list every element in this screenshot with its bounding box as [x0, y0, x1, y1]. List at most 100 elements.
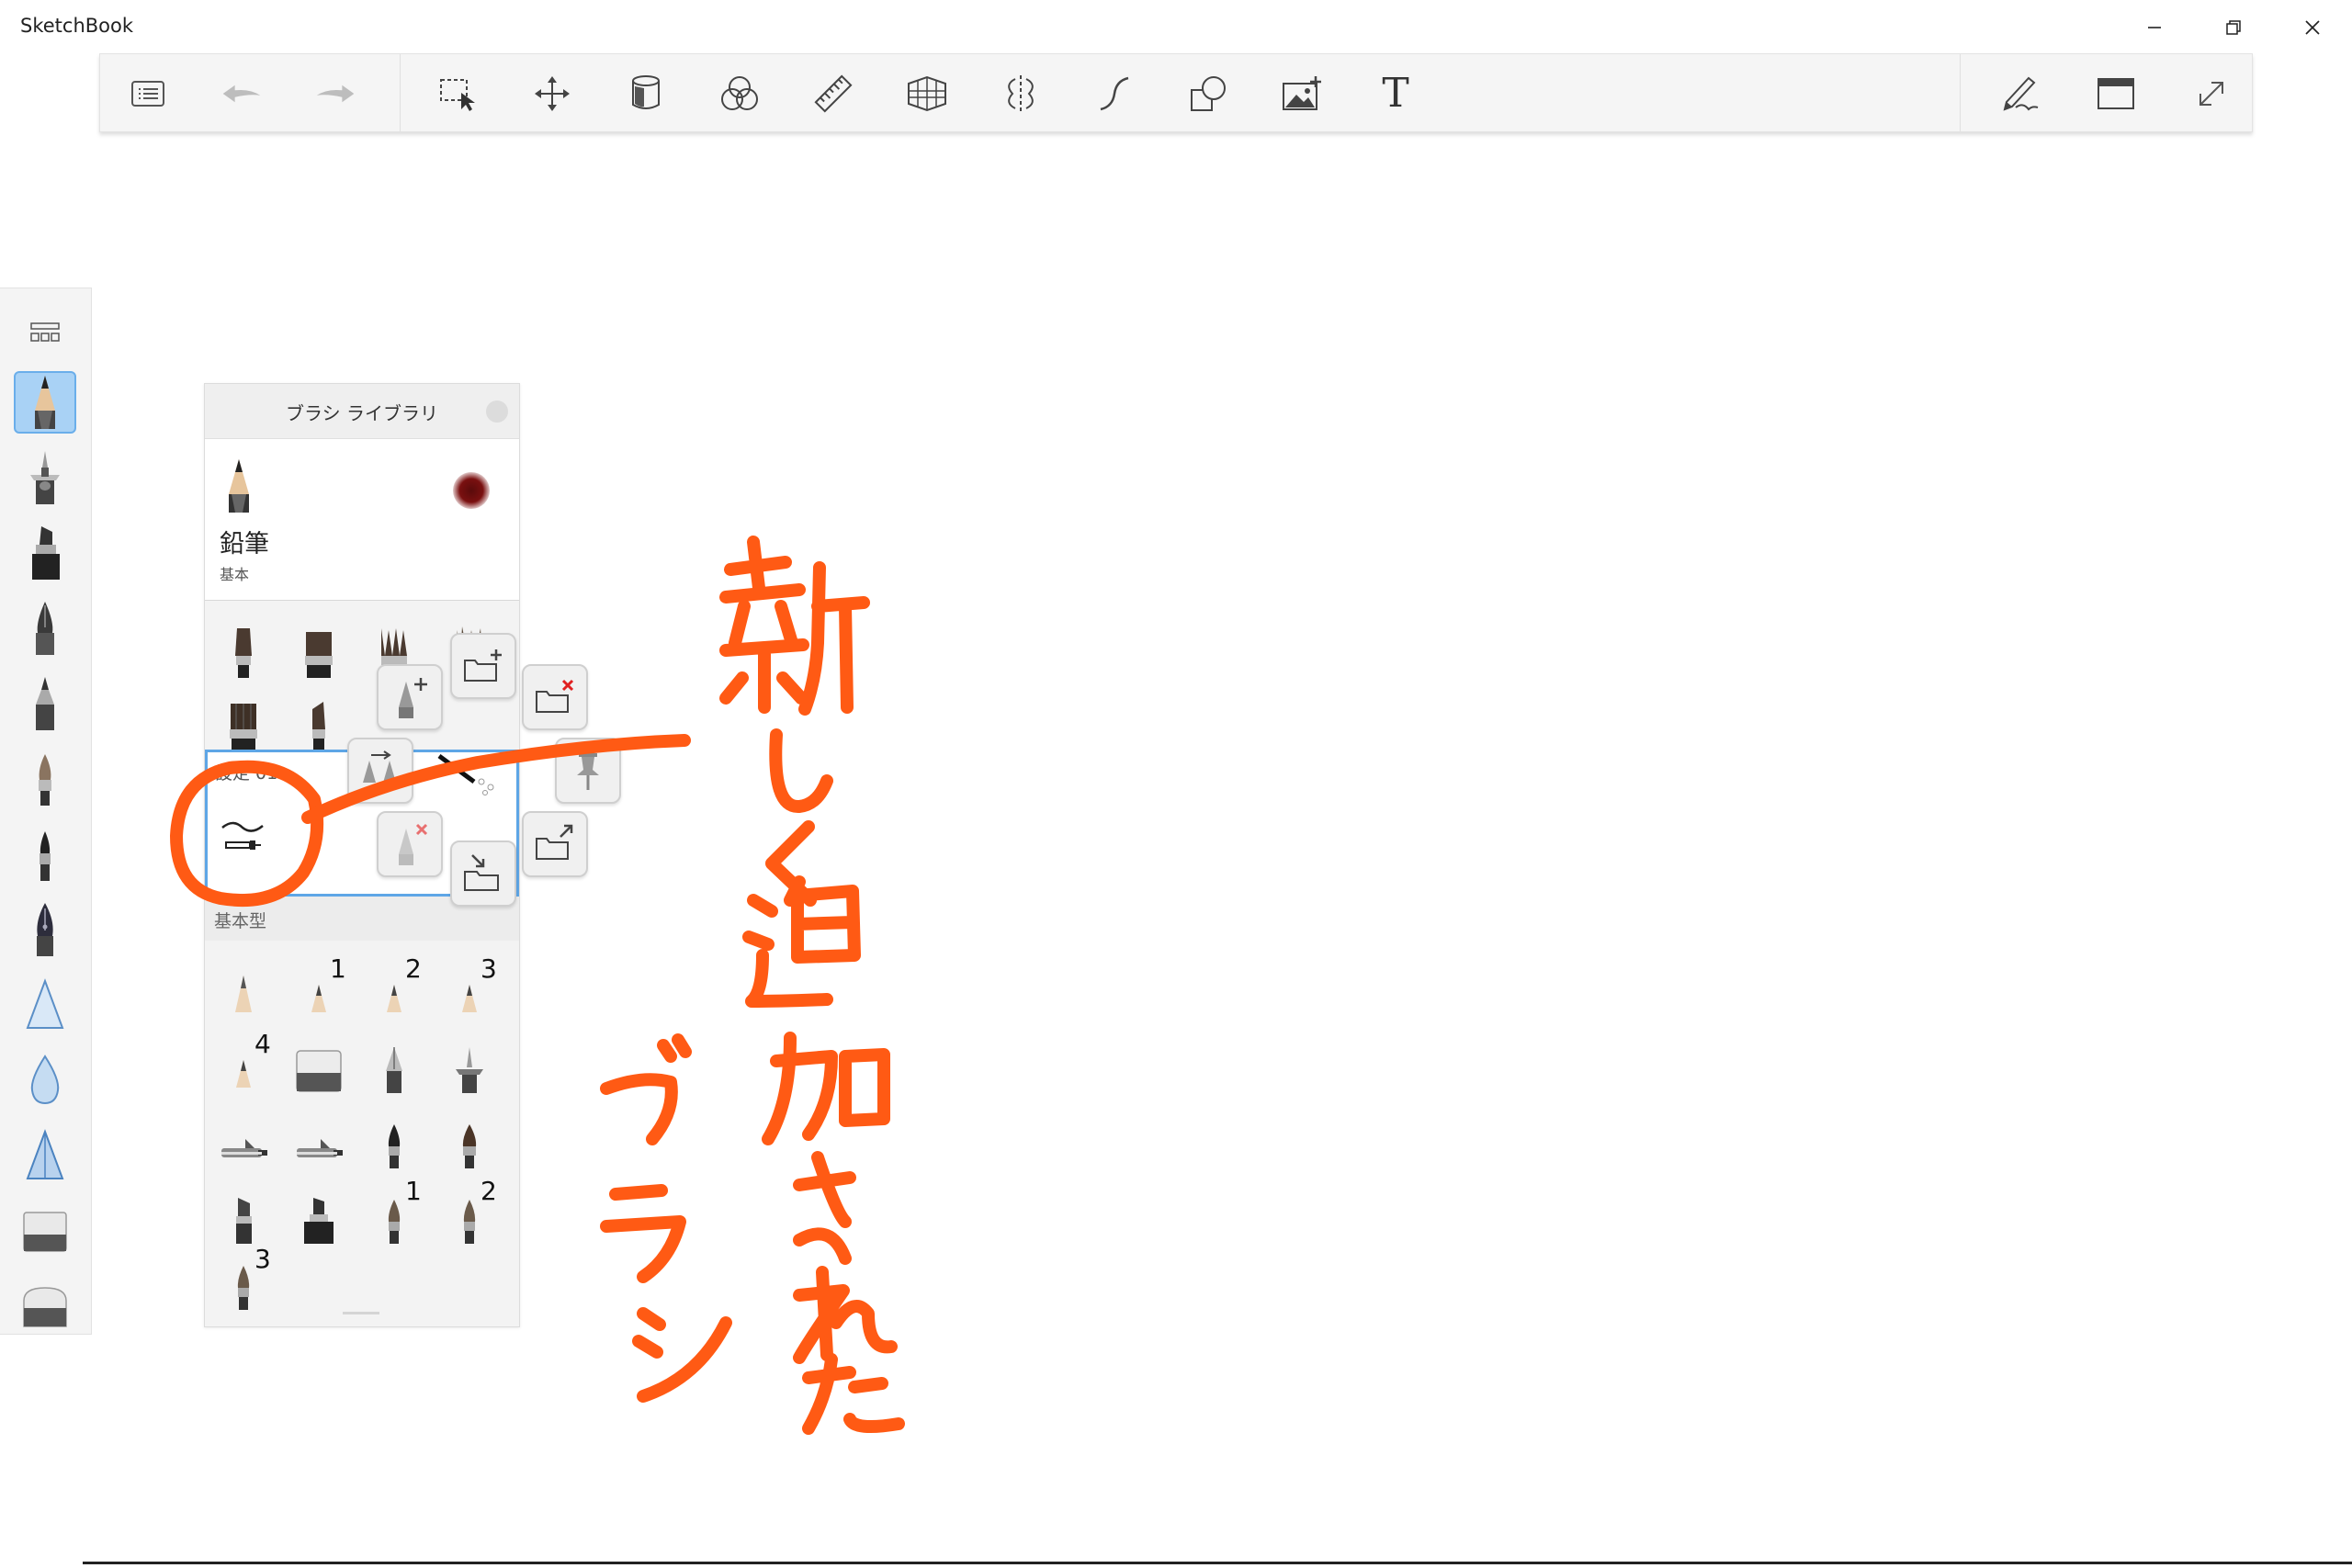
brush-library-close-button[interactable]	[486, 400, 508, 423]
palette-blur[interactable]	[14, 1049, 76, 1111]
brush-color-swatch[interactable]	[453, 472, 490, 509]
brush-spray-1[interactable]	[207, 1097, 280, 1170]
brush-spray-2[interactable]	[282, 1097, 356, 1170]
brush-properties-icon	[2003, 76, 2039, 111]
ruler-button[interactable]	[811, 72, 855, 116]
text-tool-button[interactable]: T	[1374, 72, 1418, 116]
ink-brush-icon	[237, 1266, 250, 1310]
brush-pencil-4[interactable]: 3	[433, 946, 506, 1020]
selection-button[interactable]	[436, 72, 481, 116]
import-set-button[interactable]	[450, 840, 516, 907]
airbrush-icon	[30, 451, 60, 504]
export-set-button[interactable]	[522, 811, 588, 877]
brush-airbrush-small[interactable]	[433, 1021, 506, 1095]
palette-toggle-button[interactable]	[14, 307, 76, 358]
brush-technical-pen[interactable]	[357, 1021, 431, 1095]
symmetry-icon	[1008, 75, 1034, 112]
pin-set-button[interactable]	[555, 738, 621, 804]
stroke-tool-button[interactable]	[1092, 72, 1136, 116]
ui-layout-icon	[2098, 78, 2134, 109]
custom-brush-icon[interactable]	[215, 815, 270, 861]
brush-number: 1	[330, 953, 346, 984]
transform-button[interactable]	[530, 72, 574, 116]
brush-marker-wide[interactable]	[282, 1172, 356, 1246]
new-set-button[interactable]	[450, 633, 516, 699]
pencil-small-icon	[462, 985, 477, 1012]
brush-pencil-1[interactable]	[207, 946, 280, 1020]
brush-number: 4	[254, 1029, 271, 1059]
fullscreen-button[interactable]	[2189, 72, 2233, 116]
close-button[interactable]	[2273, 0, 2352, 55]
symmetry-button[interactable]	[999, 72, 1043, 116]
ink-pen-icon	[36, 602, 54, 655]
minimize-button[interactable]	[2115, 0, 2194, 55]
new-brush-button[interactable]	[377, 664, 443, 730]
palette-nib-pen[interactable]	[14, 898, 76, 961]
brush-pencil-2[interactable]: 1	[282, 946, 356, 1020]
brush-pencil-3[interactable]: 2	[357, 946, 431, 1020]
restore-button[interactable]	[2194, 0, 2273, 55]
eraser-round-icon	[23, 1287, 67, 1327]
fill-button[interactable]	[624, 72, 668, 116]
brush-ink-1[interactable]: 1	[357, 1172, 431, 1246]
menu-list-icon	[131, 81, 164, 107]
brush-round-dark[interactable]	[357, 1097, 431, 1170]
palette-ballpoint[interactable]	[14, 672, 76, 735]
resize-handle[interactable]	[343, 1312, 379, 1314]
ui-layout-button[interactable]	[2094, 72, 2138, 116]
sharpen-cone-icon	[26, 1129, 64, 1179]
redo-button[interactable]	[313, 72, 357, 116]
fill-bucket-icon	[632, 75, 660, 109]
palette-eraser-soft[interactable]	[14, 1275, 76, 1337]
perspective-button[interactable]	[905, 72, 949, 116]
brush-eraser[interactable]	[282, 1021, 356, 1095]
delete-set-button[interactable]	[522, 664, 588, 730]
add-image-button[interactable]	[1280, 72, 1324, 116]
brush-number: 2	[481, 1176, 497, 1206]
current-pencil-icon	[229, 459, 249, 513]
shapes-button[interactable]	[1186, 72, 1230, 116]
brush-marker-chisel[interactable]	[207, 1172, 280, 1246]
pin-icon	[577, 753, 599, 790]
palette-airbrush[interactable]	[14, 446, 76, 509]
brush-number: 3	[481, 953, 497, 984]
move-brush-button[interactable]	[347, 738, 413, 804]
brush-flat-dark[interactable]	[207, 606, 280, 680]
brush-name: 鉛筆	[220, 530, 269, 558]
brush-wide-flat[interactable]	[282, 606, 356, 680]
palette-sharpen[interactable]	[14, 1124, 76, 1187]
delete-brush-button[interactable]	[377, 811, 443, 877]
brush-bristle[interactable]	[207, 680, 280, 753]
text-icon: T	[1382, 70, 1409, 117]
brush-pencil-5[interactable]: 4	[207, 1021, 280, 1095]
undo-button[interactable]	[220, 72, 264, 116]
palette-marker[interactable]	[14, 522, 76, 584]
brush-properties-button[interactable]	[1998, 72, 2042, 116]
add-brush-icon	[399, 678, 427, 718]
palette-fine-brush[interactable]	[14, 823, 76, 886]
color-editor-button[interactable]	[718, 72, 762, 116]
color-editor-icon	[721, 76, 758, 110]
brush-number: 3	[254, 1244, 271, 1274]
fullscreen-icon	[2199, 82, 2223, 106]
round-brush-icon	[388, 1124, 401, 1168]
brush-round-brown[interactable]	[433, 1097, 506, 1170]
brush-number: 2	[405, 953, 422, 984]
palette-ink-pen[interactable]	[14, 597, 76, 660]
import-folder-icon	[464, 854, 499, 891]
pencil-small-icon	[235, 976, 252, 1012]
spray-gun-icon	[297, 1139, 343, 1157]
bottom-divider	[83, 1562, 2352, 1564]
ink-brush-icon	[388, 1200, 401, 1244]
brush-ink-2[interactable]: 2	[433, 1172, 506, 1246]
palette-smudge[interactable]	[14, 974, 76, 1036]
redo-icon	[316, 85, 355, 103]
menu-list-button[interactable]	[126, 72, 170, 116]
palette-eraser-hard[interactable]	[14, 1200, 76, 1262]
brush-ink-3[interactable]: 3	[207, 1238, 280, 1312]
brush-angled[interactable]	[282, 680, 356, 753]
brush-category: 基本	[220, 566, 250, 583]
palette-brush[interactable]	[14, 748, 76, 810]
transform-icon	[535, 76, 570, 111]
palette-pencil[interactable]	[14, 371, 76, 434]
